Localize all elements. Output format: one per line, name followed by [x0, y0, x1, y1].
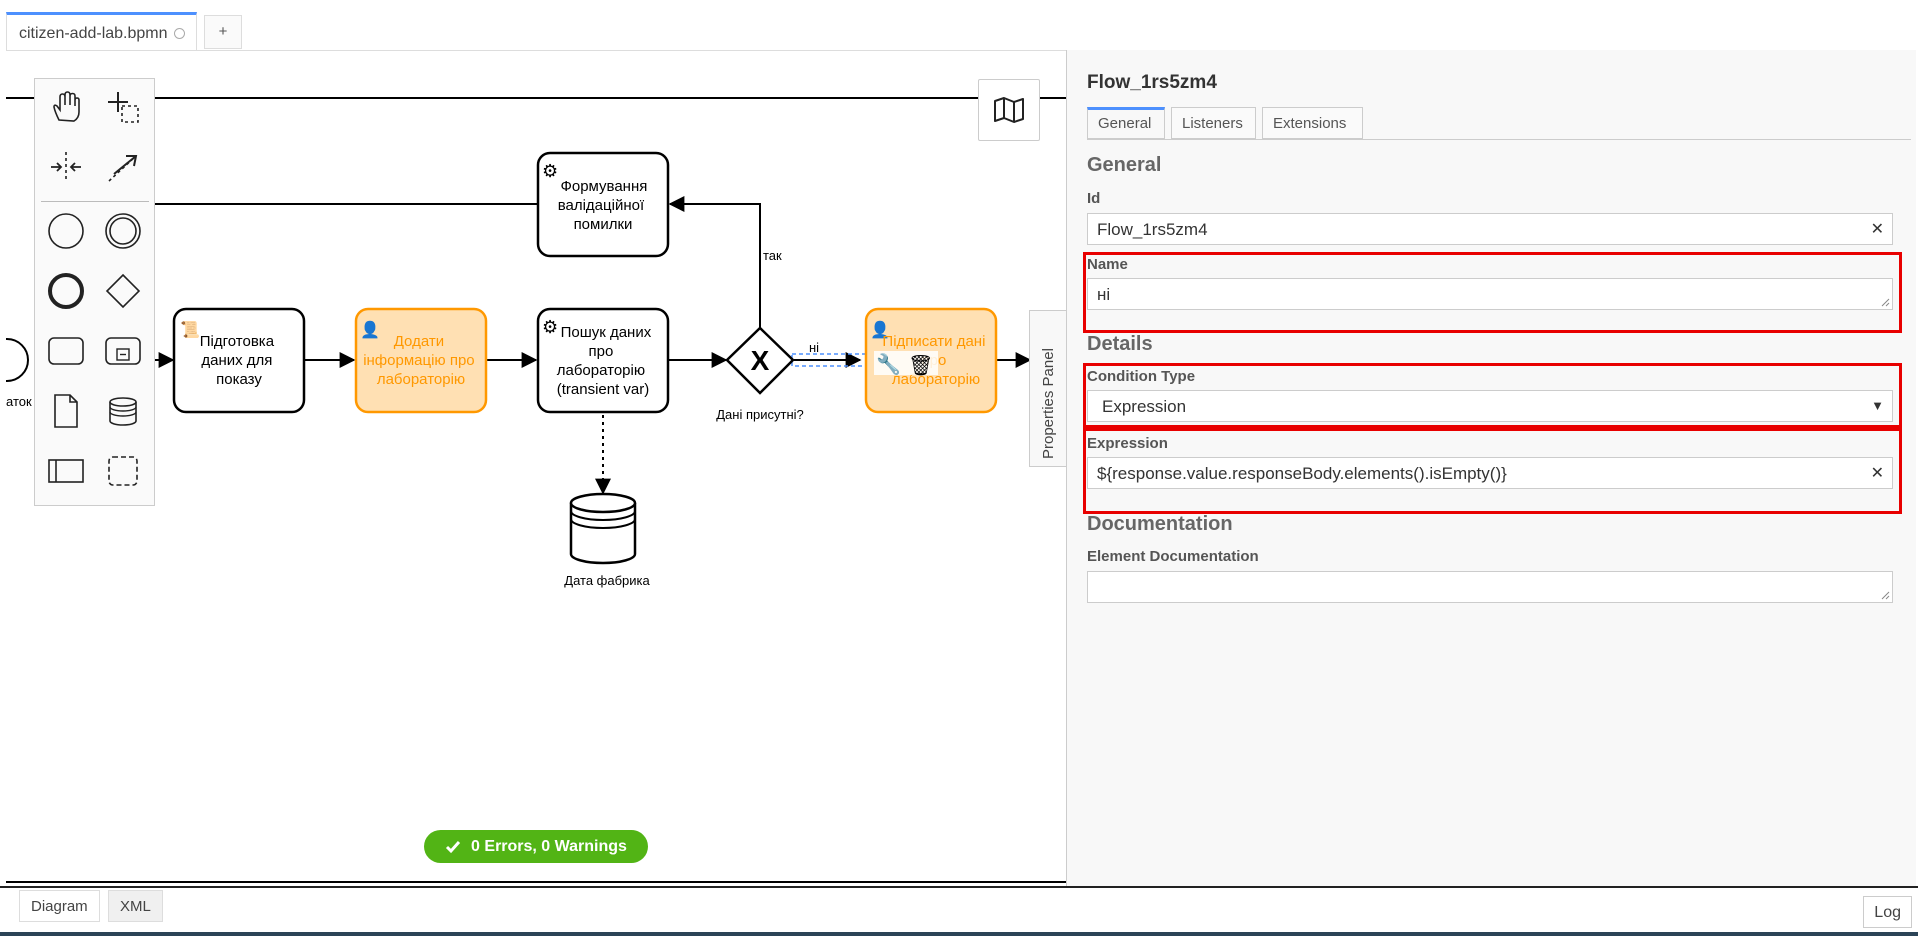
end-event-tool-icon[interactable] [44, 269, 88, 313]
lint-status-text: 0 Errors, 0 Warnings [471, 837, 627, 855]
tab-diagram[interactable]: Diagram [19, 890, 100, 922]
properties-panel: Flow_1rs5zm4 General Listeners Extension… [1066, 50, 1916, 886]
highlight-expression [1083, 428, 1902, 514]
data-store-label: Дата фабрика [564, 573, 650, 588]
tool-palette [34, 78, 155, 506]
diagram-canvas[interactable]: аток 📜 Підготовка даних для показу 👤 Дод… [6, 50, 1066, 886]
properties-panel-toggle-label: Properties Panel [1040, 348, 1057, 459]
check-icon [445, 840, 461, 853]
general-section-heading: General [1087, 154, 1162, 176]
highlight-condition-type [1083, 363, 1902, 428]
pool-tool-icon[interactable] [44, 449, 88, 493]
space-tool-icon[interactable] [44, 145, 88, 189]
id-label: Id [1087, 190, 1101, 207]
highlight-name [1083, 252, 1902, 333]
flow-no-label: ні [809, 340, 819, 355]
tab-bar: citizen-add-lab.bpmn + [0, 0, 1918, 50]
global-connect-tool-icon[interactable] [101, 145, 145, 189]
clear-id-icon[interactable]: ✕ [1871, 219, 1884, 239]
intermediate-event-tool-icon[interactable] [101, 209, 145, 253]
tab-xml[interactable]: XML [108, 890, 163, 922]
flow-yes [668, 196, 761, 328]
group-tool-icon[interactable] [101, 449, 145, 493]
status-stripe [0, 932, 1918, 936]
data-store-tool-icon[interactable] [101, 389, 145, 433]
log-button[interactable]: Log [1863, 896, 1912, 928]
element-documentation-label: Element Documentation [1087, 548, 1259, 565]
bpmn-diagram[interactable]: аток 📜 Підготовка даних для показу 👤 Дод… [6, 51, 1066, 886]
flow-yes-label: так [763, 248, 782, 263]
user-icon: 👤 [360, 320, 380, 339]
gateway-x-icon: X [751, 345, 770, 376]
gateway-tool-icon[interactable] [101, 269, 145, 313]
file-tab[interactable]: citizen-add-lab.bpmn [6, 12, 197, 50]
id-field-value: Flow_1rs5zm4 [1097, 220, 1208, 239]
id-field[interactable]: Flow_1rs5zm4 ✕ [1087, 213, 1893, 245]
properties-panel-toggle[interactable]: Properties Panel [1029, 310, 1067, 467]
gateway-label: Дані присутні? [716, 407, 804, 422]
lasso-tool-icon[interactable] [101, 85, 145, 129]
gear-icon: ⚙ [542, 161, 558, 181]
tab-listeners[interactable]: Listeners [1171, 107, 1256, 139]
bottom-bar: Diagram XML Log [0, 886, 1918, 936]
resize-handle-icon[interactable] [1880, 590, 1890, 600]
script-icon: 📜 [180, 321, 200, 339]
data-store[interactable] [569, 492, 637, 565]
map-icon [994, 97, 1024, 123]
documentation-section-heading: Documentation [1087, 513, 1233, 535]
details-section-heading: Details [1087, 333, 1153, 355]
element-documentation-field[interactable] [1087, 571, 1893, 603]
tab-extensions[interactable]: Extensions [1262, 107, 1363, 139]
lint-status-badge[interactable]: 0 Errors, 0 Warnings [424, 830, 648, 863]
file-tab-label: citizen-add-lab.bpmn [19, 25, 168, 42]
trash-icon[interactable]: 🗑 [908, 354, 933, 377]
minimap-button[interactable] [978, 79, 1040, 141]
start-event-label: аток [6, 394, 32, 409]
hand-tool-icon[interactable] [44, 85, 88, 129]
gear-icon: ⚙ [542, 317, 558, 337]
add-tab-button[interactable]: + [204, 15, 242, 49]
task-tool-icon[interactable] [44, 329, 88, 373]
start-event-tool-icon[interactable] [44, 209, 88, 253]
data-object-tool-icon[interactable] [44, 389, 88, 433]
unsaved-indicator-icon [173, 28, 185, 40]
subprocess-tool-icon[interactable] [101, 329, 145, 373]
wrench-icon[interactable]: 🔧 [876, 352, 901, 376]
panel-title: Flow_1rs5zm4 [1087, 72, 1217, 93]
tab-general[interactable]: General [1087, 107, 1165, 139]
start-event[interactable] [6, 338, 29, 382]
